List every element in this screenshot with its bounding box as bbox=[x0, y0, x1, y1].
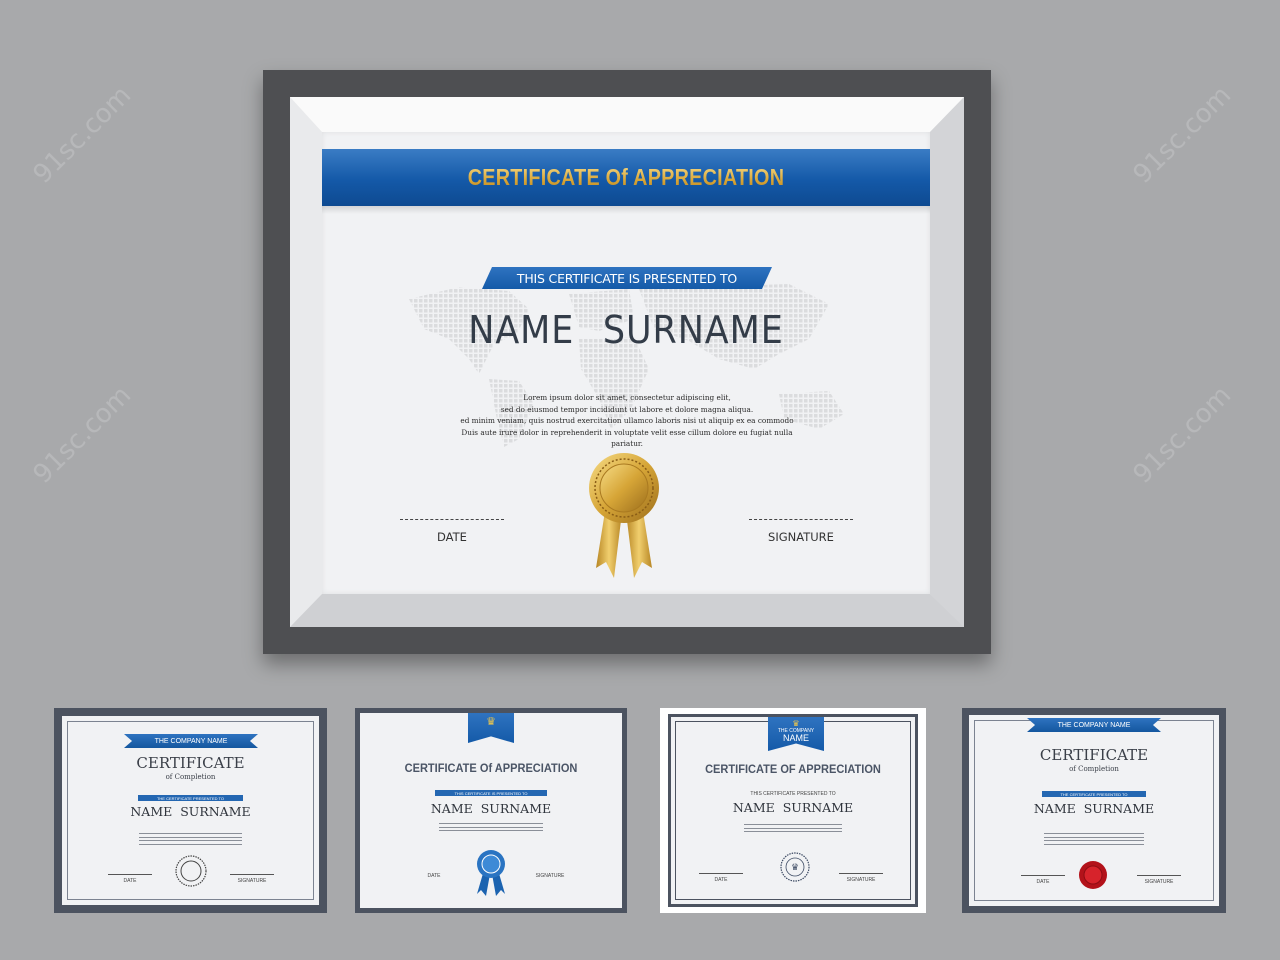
presented-to-text: THIS CERTIFICATE IS PRESENTED TO bbox=[516, 270, 738, 286]
thumbnail-subheading: of Completion bbox=[1069, 765, 1119, 773]
body-text-lines bbox=[139, 833, 242, 847]
crown-pennant: ♛ bbox=[468, 713, 514, 743]
body-line: sed do eiusmod tempor incididunt ut labo… bbox=[500, 404, 754, 414]
title-banner: CERTIFICATE Of APPRECIATION bbox=[322, 149, 930, 214]
certificate-thumbnail-1[interactable]: THE COMPANY NAME CERTIFICATE of Completi… bbox=[54, 708, 327, 913]
frame-mat: CERTIFICATE Of APPRECIATION THIS CERTIFI… bbox=[290, 97, 964, 627]
body-line: Duis aute irure dolor in reprehenderit i… bbox=[461, 427, 793, 449]
main-certificate-frame: CERTIFICATE Of APPRECIATION THIS CERTIFI… bbox=[263, 70, 991, 654]
presented-to-text: THIS CERTIFICATE PRESENTED TO bbox=[750, 791, 836, 797]
signature-line bbox=[1137, 875, 1181, 876]
date-line bbox=[1021, 875, 1065, 876]
thumbnail-recipient: NAME SURNAME bbox=[130, 804, 251, 819]
presented-to-ribbon: THE CERTIFICATE PRESENTED TO bbox=[138, 795, 243, 801]
pennant-name-text: NAME bbox=[782, 733, 809, 743]
date-label: DATE bbox=[1036, 879, 1050, 885]
body-text-lines bbox=[1044, 833, 1144, 847]
date-label: DATE bbox=[123, 878, 137, 884]
watermark: 91sc.com bbox=[1127, 80, 1238, 190]
watermark: 91sc.com bbox=[27, 380, 138, 490]
gold-seal-icon bbox=[589, 453, 659, 578]
thumbnail-recipient: NAME SURNAME bbox=[1033, 801, 1155, 816]
date-line bbox=[400, 519, 504, 520]
thumbnail-recipient: NAME SURNAME bbox=[430, 801, 552, 816]
date-label: DATE bbox=[714, 877, 728, 883]
red-wax-seal-icon bbox=[1079, 861, 1107, 889]
thumbnail-paper: THE COMPANY NAME CERTIFICATE of Completi… bbox=[62, 716, 319, 905]
body-text-lines bbox=[744, 824, 842, 835]
thumbnail-heading: CERTIFICATE bbox=[136, 754, 245, 772]
presented-to-ribbon: THE CERTIFICATE PRESENTED TO bbox=[1042, 791, 1146, 797]
signature-label: SIGNATURE bbox=[768, 530, 834, 544]
recipient-name: NAME SURNAME bbox=[468, 308, 784, 352]
signature-line bbox=[749, 519, 853, 520]
signature-label: SIGNATURE bbox=[237, 878, 267, 884]
presented-to-ribbon: THIS CERTIFICATE IS PRESENTED TO bbox=[482, 267, 772, 289]
date-line bbox=[108, 874, 152, 875]
svg-text:♛: ♛ bbox=[791, 863, 799, 873]
thumbnail-heading: CERTIFICATE bbox=[1039, 746, 1149, 764]
certificate-thumbnail-4[interactable]: THE COMPANY NAME CERTIFICATE of Completi… bbox=[962, 708, 1226, 913]
blue-rosette-icon bbox=[477, 850, 505, 896]
thumbnail-paper: THE COMPANY NAME CERTIFICATE of Completi… bbox=[969, 715, 1219, 906]
thumbnail-recipient: NAME SURNAME bbox=[732, 800, 854, 815]
date-line bbox=[699, 873, 743, 874]
certificate-paper: CERTIFICATE Of APPRECIATION THIS CERTIFI… bbox=[322, 132, 930, 594]
signature-label: SIGNATURE bbox=[1144, 879, 1174, 885]
crown-icon: ♛ bbox=[792, 719, 800, 728]
certificate-title: CERTIFICATE Of APPRECIATION bbox=[467, 164, 785, 190]
certificate-thumbnail-2[interactable]: ♛ CERTIFICATE Of APPRECIATION THIS CERTI… bbox=[355, 708, 627, 913]
signature-line bbox=[839, 873, 883, 874]
crown-icon: ♛ bbox=[486, 716, 496, 728]
date-label: DATE bbox=[437, 530, 467, 544]
watermark: 91sc.com bbox=[1127, 380, 1238, 490]
date-label: DATE bbox=[427, 873, 441, 879]
company-banner: THE COMPANY NAME bbox=[124, 734, 258, 748]
presented-to-ribbon: THIS CERTIFICATE IS PRESENTED TO bbox=[435, 790, 547, 796]
body-text-lines bbox=[438, 823, 544, 834]
company-banner: THE COMPANY NAME bbox=[1027, 718, 1161, 732]
signature-label: SIGNATURE bbox=[846, 877, 876, 883]
signature-label: SIGNATURE bbox=[535, 873, 565, 879]
thumbnail-paper: ♛ CERTIFICATE Of APPRECIATION THIS CERTI… bbox=[360, 713, 622, 908]
thumbnail-paper: ♛ THE COMPANY NAME CERTIFICATE OF APPREC… bbox=[668, 714, 918, 907]
thumbnail-subheading: of Completion bbox=[165, 773, 216, 781]
body-line: Lorem ipsum dolor sit amet, consectetur … bbox=[523, 393, 731, 402]
watermark: 91sc.com bbox=[27, 80, 138, 190]
certificate-thumbnail-3[interactable]: ♛ THE COMPANY NAME CERTIFICATE OF APPREC… bbox=[660, 708, 926, 913]
body-text: Lorem ipsum dolor sit amet, consectetur … bbox=[452, 392, 802, 450]
thumbnail-heading: CERTIFICATE OF APPRECIATION bbox=[705, 762, 881, 776]
signature-line bbox=[230, 874, 274, 875]
crown-stamp-icon: ♛ bbox=[780, 852, 810, 882]
thumbnail-heading: CERTIFICATE Of APPRECIATION bbox=[404, 761, 578, 775]
seal-outline-icon bbox=[175, 855, 207, 887]
body-line: ed minim veniam, quis nostrud exercitati… bbox=[460, 416, 794, 425]
